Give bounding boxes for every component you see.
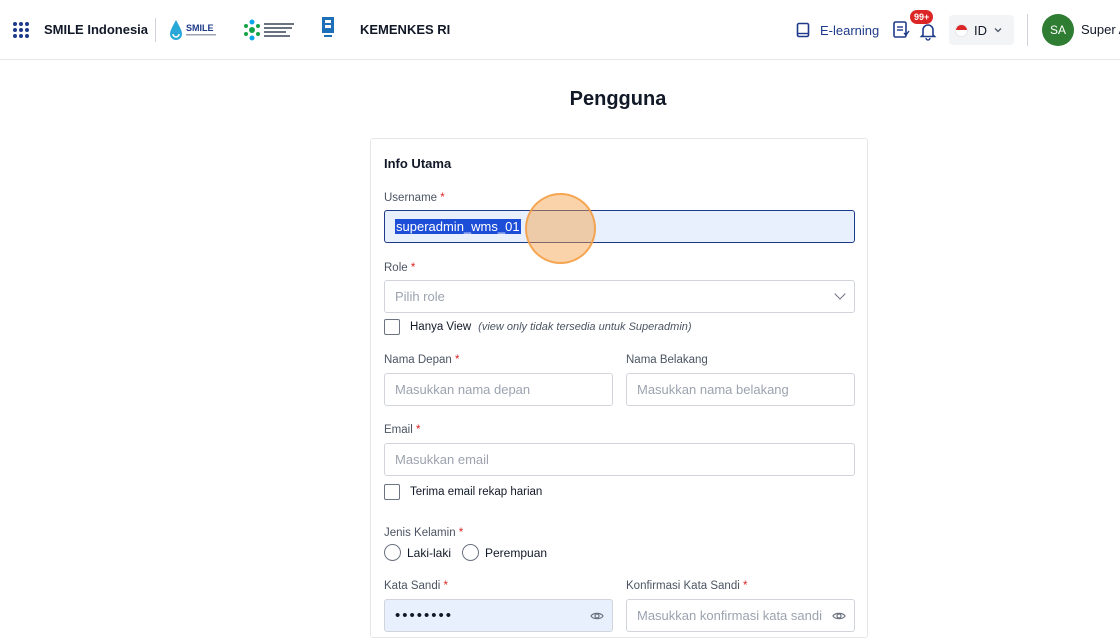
first-name-input[interactable]: Masukkan nama depan	[384, 373, 613, 406]
radio-female[interactable]	[462, 544, 479, 561]
required-mark: *	[454, 354, 460, 366]
password-input[interactable]: ••••••••	[384, 599, 613, 632]
email-input[interactable]: Masukkan email	[384, 443, 855, 476]
page-title: Pengguna	[569, 88, 667, 110]
gender-radio-male[interactable]: Laki-laki	[384, 544, 451, 561]
email-label: Email *	[384, 424, 420, 436]
daily-email-checkbox-row[interactable]: Terima email rekap harian	[384, 484, 542, 500]
password-label-text: Kata Sandi	[384, 580, 441, 592]
smile-logo-text: SMILE	[186, 23, 214, 33]
view-only-note: (view only tidak tersedia untuk Superadm…	[478, 321, 692, 333]
user-form-card: Info Utama Username * superadmin_wms_01 …	[370, 138, 868, 638]
undp-logo	[322, 17, 334, 37]
eye-icon[interactable]	[590, 609, 604, 623]
first-name-placeholder: Masukkan nama depan	[395, 382, 531, 397]
gender-radio-female[interactable]: Perempuan	[462, 544, 547, 561]
last-name-placeholder: Masukkan nama belakang	[637, 382, 789, 397]
gender-male-label: Laki-laki	[407, 545, 452, 560]
password-value: ••••••••	[395, 607, 454, 624]
elearning-label: E-learning	[820, 22, 880, 38]
indonesia-flag-icon	[955, 23, 968, 37]
role-placeholder: Pilih role	[395, 289, 445, 304]
avatar[interactable]: SA	[1042, 14, 1074, 46]
required-mark: *	[743, 580, 748, 592]
header-divider	[155, 18, 156, 42]
elearning-link[interactable]: E-learning	[796, 20, 879, 40]
password-label: Kata Sandi *	[384, 580, 448, 592]
required-mark: *	[410, 262, 416, 274]
username-value: superadmin_wms_01	[395, 219, 521, 234]
required-mark: *	[440, 192, 445, 204]
chevron-down-icon	[834, 288, 846, 300]
language-label: ID	[974, 22, 987, 38]
required-mark: *	[443, 580, 448, 592]
view-only-label: Hanya View	[410, 321, 472, 333]
first-name-label: Nama Depan *	[384, 354, 459, 366]
daily-email-checkbox[interactable]	[384, 484, 400, 500]
kemenkes-logo	[244, 19, 294, 41]
apps-grid-icon[interactable]	[13, 22, 29, 38]
confirm-password-input[interactable]: Masukkan konfirmasi kata sandi	[626, 599, 855, 632]
org-name: KEMENKES RI	[360, 22, 451, 37]
gender-female-label: Perempuan	[485, 545, 548, 560]
chevron-down-icon	[994, 28, 1002, 33]
gender-label-text: Jenis Kelamin	[384, 527, 456, 539]
language-selector[interactable]: ID	[949, 15, 1014, 45]
app-name: SMILE Indonesia	[44, 22, 149, 37]
view-only-checkbox[interactable]	[384, 319, 400, 335]
username-label-text: Username	[384, 192, 438, 204]
user-name[interactable]: Super A	[1081, 22, 1120, 37]
daily-email-label: Terima email rekap harian	[410, 486, 543, 498]
section-title: Info Utama	[384, 156, 452, 171]
username-input[interactable]: superadmin_wms_01	[384, 210, 855, 243]
radio-male[interactable]	[384, 544, 401, 561]
book-icon	[796, 22, 810, 38]
confirm-password-label-text: Konfirmasi Kata Sandi	[626, 580, 740, 592]
required-mark: *	[458, 527, 464, 539]
role-label-text: Role	[384, 262, 408, 274]
username-label: Username *	[384, 192, 445, 204]
notification-badge: 99+	[910, 10, 934, 24]
bell-icon[interactable]	[918, 21, 938, 41]
last-name-label: Nama Belakang	[626, 354, 708, 366]
top-navbar: SMILE Indonesia SMILE KEMENKES RI E-lear…	[0, 0, 1120, 60]
last-name-input[interactable]: Masukkan nama belakang	[626, 373, 855, 406]
smile-logo: SMILE	[170, 20, 216, 40]
confirm-password-placeholder: Masukkan konfirmasi kata sandi	[637, 608, 822, 623]
eye-icon[interactable]	[832, 609, 846, 623]
confirm-password-label: Konfirmasi Kata Sandi *	[626, 580, 747, 592]
email-placeholder: Masukkan email	[395, 452, 489, 467]
task-list-icon[interactable]	[891, 20, 911, 40]
gender-label: Jenis Kelamin *	[384, 527, 463, 539]
email-label-text: Email	[384, 424, 413, 436]
role-label: Role *	[384, 262, 415, 274]
required-mark: *	[415, 424, 421, 436]
header-divider-right	[1027, 14, 1028, 46]
view-only-checkbox-row[interactable]: Hanya View (view only tidak tersedia unt…	[384, 319, 692, 335]
first-name-label-text: Nama Depan	[384, 354, 452, 366]
role-select[interactable]: Pilih role	[384, 280, 855, 313]
